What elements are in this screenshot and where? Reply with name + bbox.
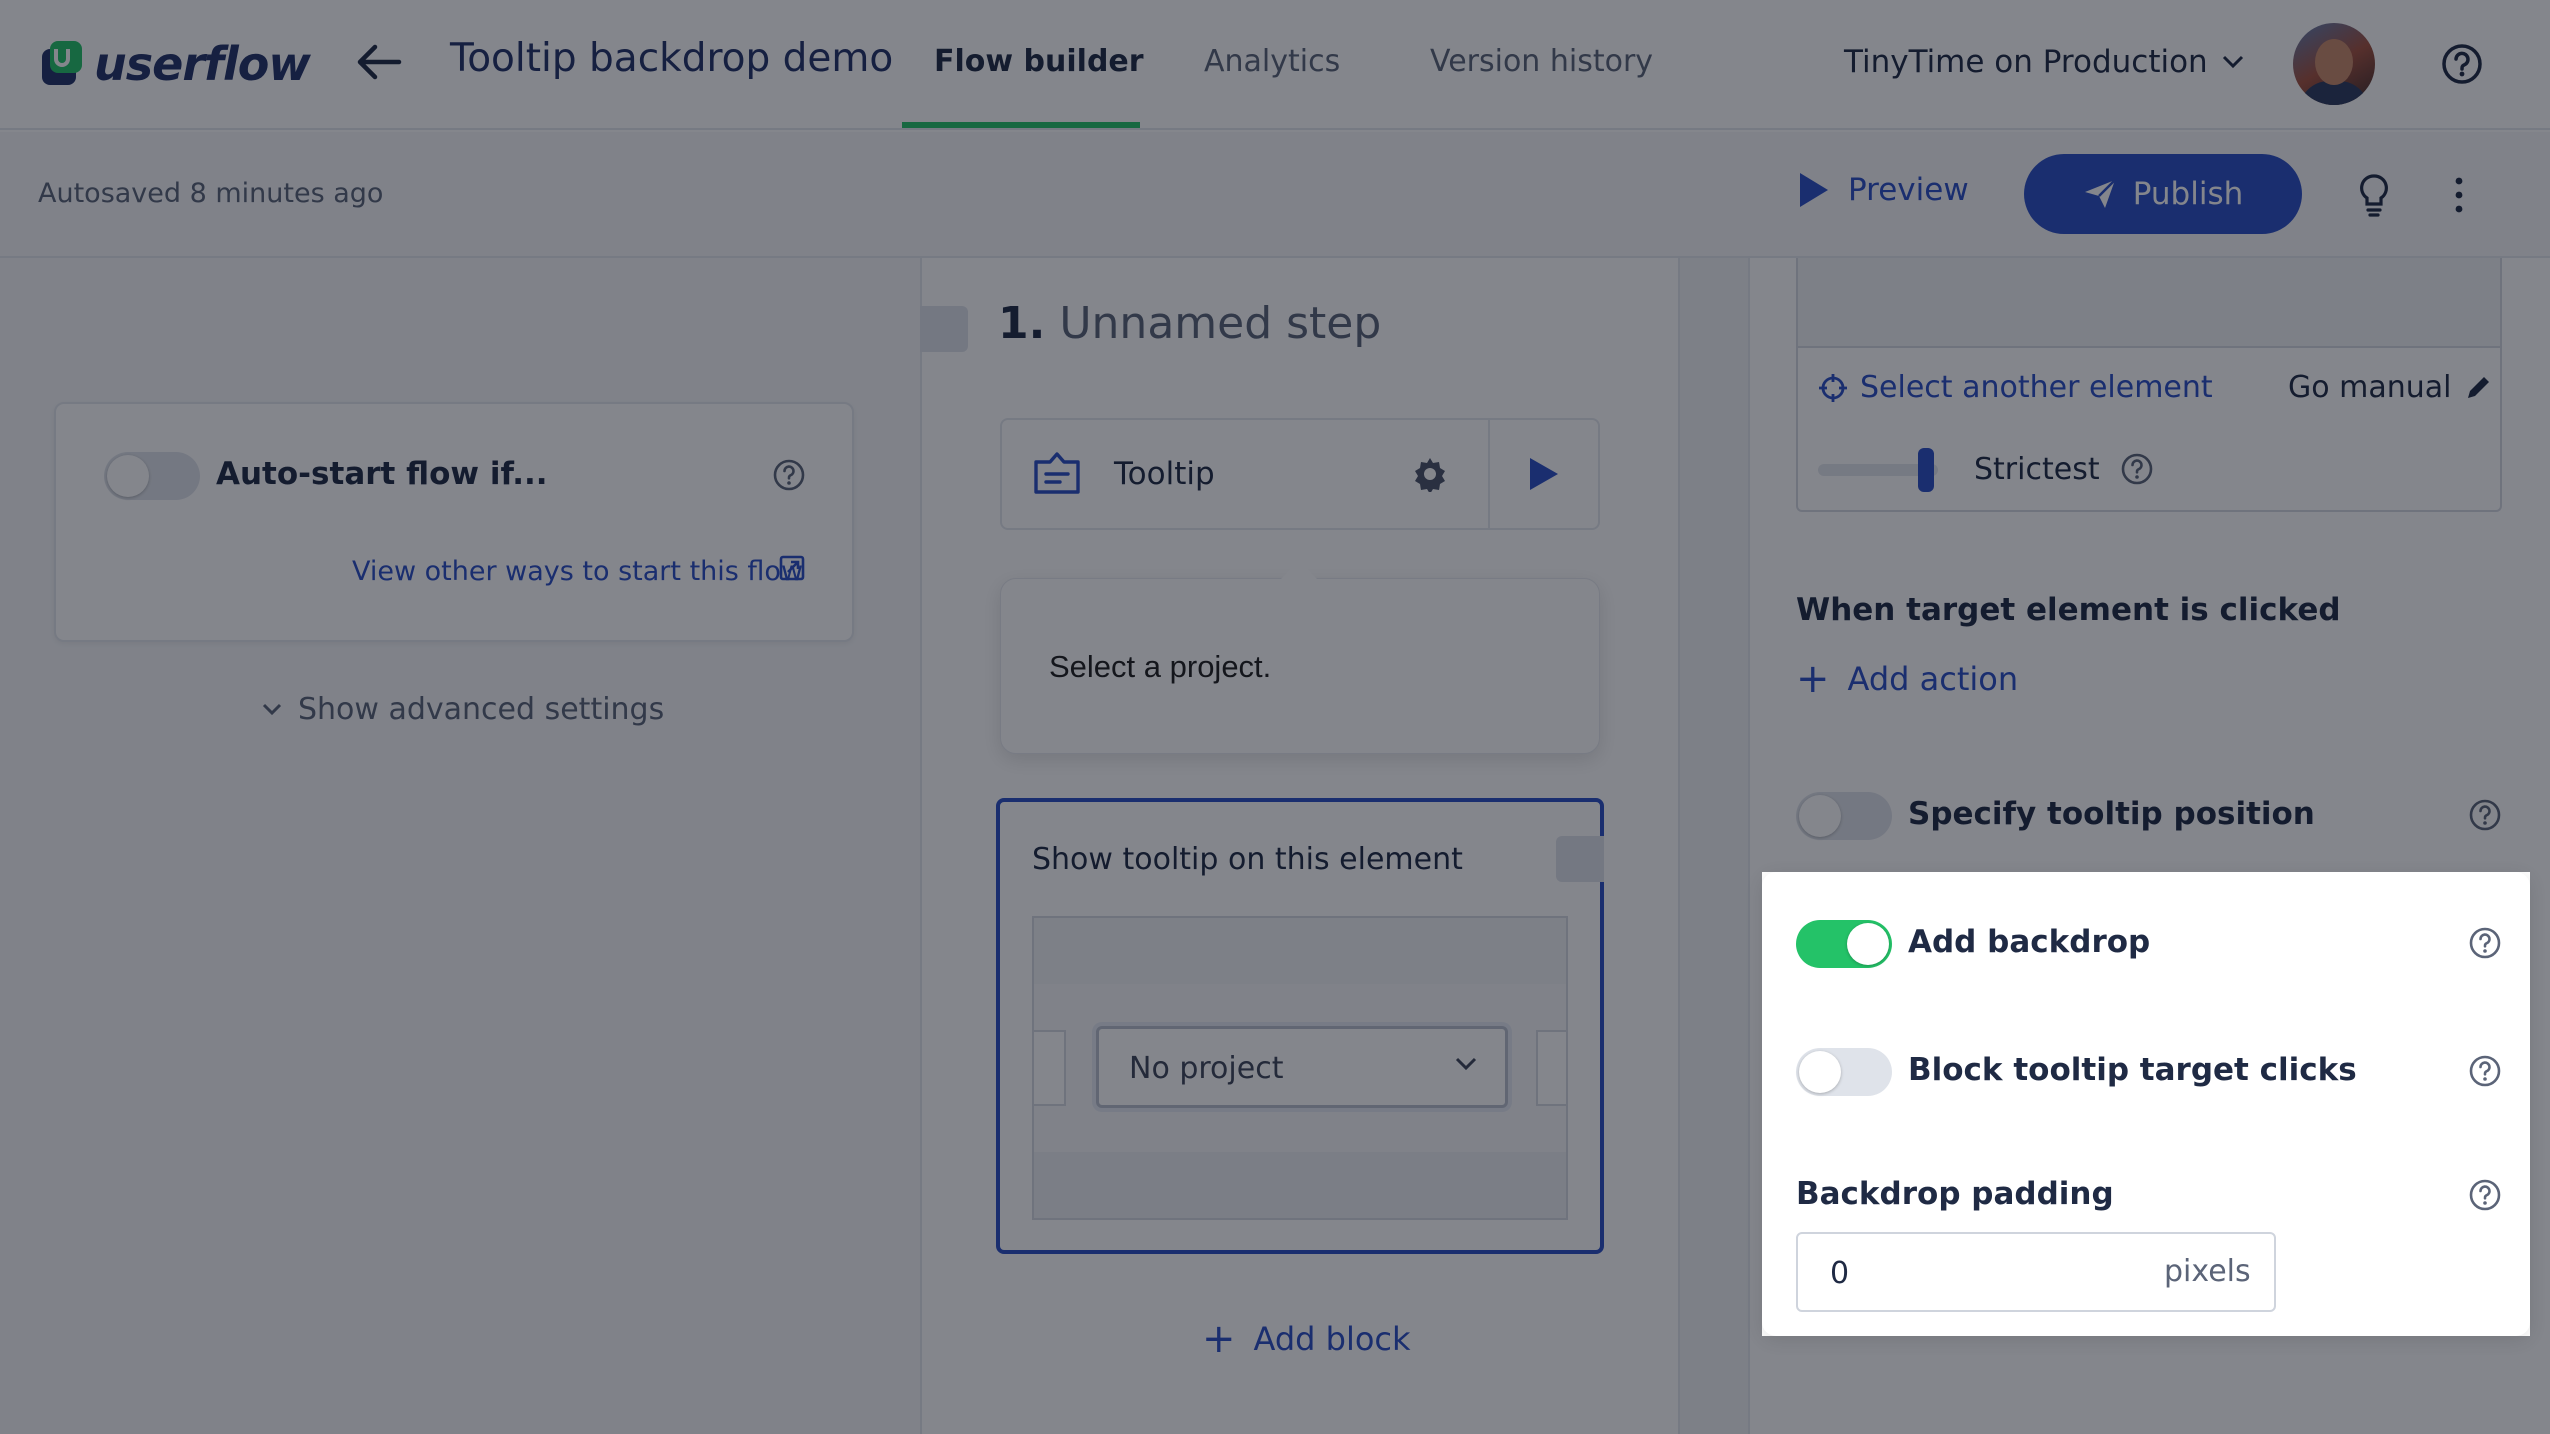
project-select-preview: No project bbox=[1096, 1026, 1508, 1108]
userflow-logo[interactable]: userflow bbox=[38, 36, 311, 92]
flow-title[interactable]: Tooltip backdrop demo bbox=[450, 36, 893, 81]
specify-position-toggle[interactable] bbox=[1796, 792, 1892, 840]
backdrop-padding-input[interactable]: 0 pixels bbox=[1796, 1232, 2276, 1312]
toggle-knob bbox=[1799, 795, 1841, 837]
select-value: No project bbox=[1129, 1051, 1284, 1086]
play-icon bbox=[1800, 173, 1828, 207]
advanced-settings-label: Show advanced settings bbox=[298, 692, 665, 727]
gear-icon[interactable] bbox=[1412, 456, 1448, 492]
tooltip-preview-bubble[interactable]: Select a project. bbox=[1000, 561, 1600, 754]
add-block-button[interactable]: + Add block bbox=[1202, 1316, 1411, 1362]
block-type-label: Tooltip bbox=[1114, 456, 1215, 492]
help-icon[interactable] bbox=[2441, 43, 2483, 85]
add-backdrop-label: Add backdrop bbox=[1908, 924, 2151, 960]
avatar-face bbox=[2315, 39, 2353, 85]
toggle-knob bbox=[107, 455, 149, 497]
publish-button[interactable]: Publish bbox=[2024, 154, 2302, 234]
padding-unit: pixels bbox=[2164, 1254, 2251, 1289]
strictness-slider-thumb[interactable] bbox=[1918, 448, 1934, 492]
add-block-label: Add block bbox=[1253, 1320, 1411, 1358]
environment-label: TinyTime on Production bbox=[1844, 44, 2208, 80]
view-other-ways-link[interactable]: View other ways to start this flow bbox=[352, 556, 803, 587]
chevron-down-icon bbox=[2222, 55, 2243, 69]
strictness-value: Strictest bbox=[1974, 452, 2100, 487]
auto-start-card: Auto-start flow if... View other ways to… bbox=[54, 402, 854, 642]
plus-icon: + bbox=[1796, 656, 1830, 702]
show-advanced-settings[interactable]: Show advanced settings bbox=[262, 692, 664, 727]
block-target-clicks-label: Block tooltip target clicks bbox=[1908, 1052, 2357, 1088]
help-icon[interactable] bbox=[2468, 926, 2502, 960]
step-drag-handle[interactable] bbox=[920, 306, 968, 352]
toggle-knob bbox=[1799, 1051, 1841, 1093]
help-icon[interactable] bbox=[2468, 798, 2502, 832]
toggle-knob bbox=[1847, 923, 1889, 965]
block-drag-handle[interactable] bbox=[1556, 836, 1604, 882]
backdrop-padding-label: Backdrop padding bbox=[1796, 1176, 2114, 1212]
column-gutter bbox=[1680, 258, 1748, 1434]
target-element-settings: Select another element Go manual Stricte… bbox=[1796, 258, 2502, 512]
select-another-element-button[interactable]: Select another element bbox=[1818, 370, 2213, 405]
logo-text: userflow bbox=[94, 37, 311, 91]
add-action-button[interactable]: + Add action bbox=[1796, 656, 2018, 702]
tooltip-icon bbox=[1034, 452, 1080, 494]
lightbulb-icon[interactable] bbox=[2356, 172, 2392, 218]
preview-stub bbox=[1034, 1030, 1066, 1106]
backdrop-settings-panel: Add backdrop Block tooltip target clicks… bbox=[1762, 872, 2530, 1336]
tab-version-history[interactable]: Version history bbox=[1430, 44, 1653, 79]
padding-value: 0 bbox=[1830, 1256, 1850, 1291]
target-element-block[interactable]: Show tooltip on this element No project bbox=[996, 798, 1604, 1254]
preview-label: Preview bbox=[1848, 172, 1969, 208]
clicked-heading: When target element is clicked bbox=[1796, 592, 2341, 628]
step-number: 1. bbox=[998, 298, 1046, 349]
preview-stub bbox=[1536, 1030, 1566, 1106]
play-icon[interactable] bbox=[1530, 458, 1558, 490]
help-icon[interactable] bbox=[772, 458, 806, 492]
tab-analytics[interactable]: Analytics bbox=[1204, 44, 1340, 79]
external-link-icon[interactable] bbox=[778, 554, 806, 582]
go-manual-label: Go manual bbox=[2288, 370, 2452, 405]
autosave-status: Autosaved 8 minutes ago bbox=[38, 178, 384, 209]
add-backdrop-toggle[interactable] bbox=[1796, 920, 1892, 968]
more-options-icon[interactable] bbox=[2452, 172, 2466, 218]
auto-start-toggle[interactable] bbox=[104, 452, 200, 500]
help-icon[interactable] bbox=[2468, 1178, 2502, 1212]
element-preview-strip bbox=[1798, 258, 2500, 348]
environment-dropdown[interactable]: TinyTime on Production bbox=[1844, 44, 2244, 80]
pencil-icon bbox=[2467, 376, 2489, 398]
block-target-clicks-toggle[interactable] bbox=[1796, 1048, 1892, 1096]
specify-position-label: Specify tooltip position bbox=[1908, 796, 2315, 832]
preview-band bbox=[1034, 918, 1566, 984]
chevron-down-icon bbox=[1455, 1057, 1477, 1071]
tab-flow-builder[interactable]: Flow builder bbox=[934, 44, 1144, 79]
add-action-label: Add action bbox=[1847, 660, 2019, 698]
help-icon[interactable] bbox=[2468, 1054, 2502, 1088]
tooltip-text[interactable]: Select a project. bbox=[1049, 649, 1271, 685]
target-element-title: Show tooltip on this element bbox=[1032, 842, 1463, 877]
select-another-label: Select another element bbox=[1860, 370, 2213, 405]
back-arrow-icon[interactable] bbox=[355, 42, 403, 82]
flow-toolbar: Autosaved 8 minutes ago Preview Publish bbox=[0, 132, 2550, 258]
preview-button[interactable]: Preview bbox=[1800, 172, 1969, 208]
chevron-down-icon bbox=[262, 703, 282, 715]
crosshair-icon bbox=[1819, 373, 1847, 402]
go-manual-button[interactable]: Go manual bbox=[2288, 370, 2492, 405]
step-name: Unnamed step bbox=[1059, 298, 1382, 349]
avatar[interactable] bbox=[2293, 23, 2375, 105]
help-icon[interactable] bbox=[2120, 452, 2154, 486]
active-tab-indicator bbox=[902, 122, 1140, 128]
auto-start-label: Auto-start flow if... bbox=[216, 456, 548, 492]
userflow-logo-icon bbox=[42, 41, 82, 85]
plus-icon: + bbox=[1202, 1316, 1236, 1362]
paper-plane-icon bbox=[2084, 179, 2116, 208]
block-header-divider bbox=[1488, 420, 1490, 528]
tooltip-block-header[interactable]: Tooltip bbox=[1000, 418, 1600, 530]
publish-label: Publish bbox=[2132, 176, 2244, 212]
element-screenshot-preview: No project bbox=[1032, 916, 1568, 1220]
step-title[interactable]: 1. Unnamed step bbox=[998, 298, 1381, 349]
preview-band bbox=[1034, 1152, 1566, 1218]
top-navigation-bar: userflow Tooltip backdrop demo Flow buil… bbox=[0, 0, 2550, 130]
